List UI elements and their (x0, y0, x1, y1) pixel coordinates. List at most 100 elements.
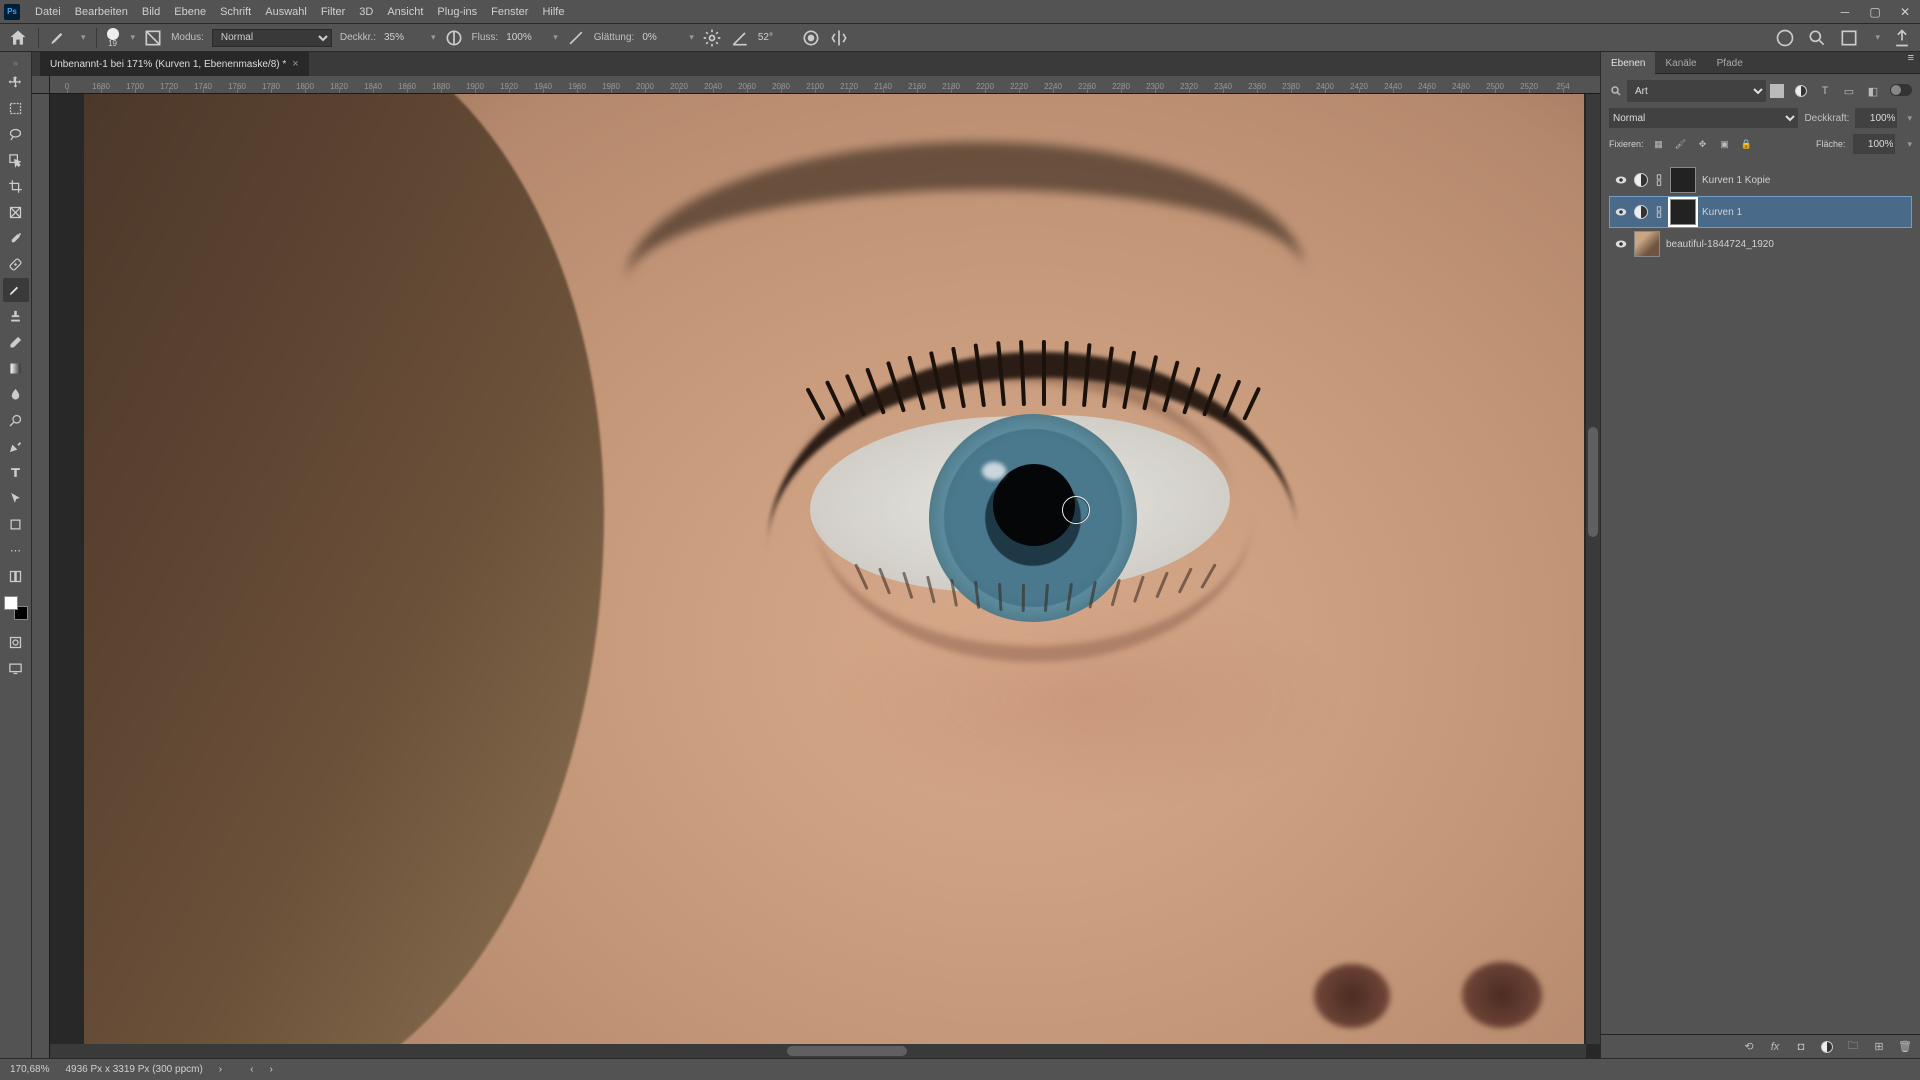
blend-mode-select[interactable]: Normal (212, 29, 332, 47)
menu-hilfe[interactable]: Hilfe (535, 0, 571, 24)
brush-preview-icon[interactable] (107, 28, 119, 40)
status-nav-left[interactable]: ‹ (250, 1064, 253, 1075)
frame-tool[interactable] (3, 200, 29, 224)
tab-layers[interactable]: Ebenen (1601, 52, 1655, 74)
delete-layer-icon[interactable]: 🗑 (1898, 1040, 1912, 1054)
menu-datei[interactable]: Datei (28, 0, 68, 24)
doc-dimensions[interactable]: 4936 Px x 3319 Px (300 ppcm) (65, 1064, 202, 1075)
minimize-button[interactable]: ─ (1830, 0, 1860, 24)
symmetry-icon[interactable] (829, 28, 849, 48)
menu-fenster[interactable]: Fenster (484, 0, 535, 24)
gradient-tool[interactable] (3, 356, 29, 380)
zoom-value[interactable]: 170,68% (10, 1064, 49, 1075)
layer-opacity-input[interactable] (1855, 108, 1897, 128)
layer-visibility-icon[interactable] (1614, 237, 1628, 251)
angle-input[interactable] (758, 32, 793, 43)
lasso-tool[interactable] (3, 122, 29, 146)
panel-menu-icon[interactable]: ≡ (1902, 52, 1920, 73)
layer-row[interactable]: Kurven 1 (1609, 196, 1912, 228)
move-tool[interactable] (3, 70, 29, 94)
share-icon[interactable] (1892, 28, 1912, 48)
lock-artboard-icon[interactable]: ▣ (1718, 137, 1732, 151)
pen-tool[interactable] (3, 434, 29, 458)
menu-ansicht[interactable]: Ansicht (380, 0, 430, 24)
link-layers-icon[interactable]: ⟲ (1742, 1040, 1756, 1054)
stamp-tool[interactable] (3, 304, 29, 328)
filter-toggle[interactable] (1890, 84, 1912, 96)
flow-input[interactable] (506, 32, 541, 43)
chevron-down-icon[interactable]: ▾ (1875, 32, 1880, 43)
menu-bearbeiten[interactable]: Bearbeiten (68, 0, 135, 24)
dodge-tool[interactable] (3, 408, 29, 432)
home-icon[interactable] (8, 28, 28, 48)
menu-filter[interactable]: Filter (314, 0, 352, 24)
layer-visibility-icon[interactable] (1614, 173, 1628, 187)
marquee-tool[interactable] (3, 96, 29, 120)
menu-auswahl[interactable]: Auswahl (258, 0, 314, 24)
new-group-icon[interactable]: 🗀 (1846, 1040, 1860, 1054)
more-tools[interactable]: ⋯ (3, 538, 29, 562)
new-layer-icon[interactable]: ⊞ (1872, 1040, 1886, 1054)
heal-tool[interactable] (3, 252, 29, 276)
vertical-scrollbar[interactable] (1586, 94, 1600, 1044)
link-mask-icon[interactable] (1654, 205, 1664, 219)
maximize-button[interactable]: ▢ (1860, 0, 1890, 24)
lock-paint-icon[interactable]: 🖌 (1674, 137, 1688, 151)
filter-pixel-icon[interactable] (1770, 84, 1784, 98)
menu-schrift[interactable]: Schrift (213, 0, 258, 24)
brush-panel-icon[interactable] (143, 28, 163, 48)
brush-tool[interactable] (3, 278, 29, 302)
filter-shape-icon[interactable]: ▭ (1842, 84, 1856, 98)
horizontal-ruler[interactable]: 0168017001720174017601780180018201840186… (50, 76, 1600, 94)
type-tool[interactable] (3, 460, 29, 484)
layer-row[interactable]: Kurven 1 Kopie (1609, 164, 1912, 196)
path-select-tool[interactable] (3, 486, 29, 510)
angle-icon[interactable] (730, 28, 750, 48)
menu-plug-ins[interactable]: Plug-ins (430, 0, 484, 24)
chevron-down-icon[interactable]: ▾ (81, 32, 86, 43)
chevron-down-icon[interactable]: ▾ (689, 32, 694, 43)
layer-visibility-icon[interactable] (1614, 205, 1628, 219)
eraser-tool[interactable] (3, 330, 29, 354)
mask-thumb[interactable] (1670, 199, 1696, 225)
chevron-down-icon[interactable]: ▾ (131, 32, 136, 43)
arrange-docs-icon[interactable] (1839, 28, 1859, 48)
close-icon[interactable]: × (292, 58, 298, 70)
smoothing-options-icon[interactable] (702, 28, 722, 48)
eyedropper-tool[interactable] (3, 226, 29, 250)
link-mask-icon[interactable] (1654, 173, 1664, 187)
pressure-size-icon[interactable] (801, 28, 821, 48)
vertical-ruler[interactable] (32, 94, 50, 1058)
selection-tool[interactable] (3, 148, 29, 172)
smoothing-input[interactable] (642, 32, 677, 43)
color-swatches[interactable] (4, 596, 28, 620)
filter-smart-icon[interactable]: ◧ (1866, 84, 1880, 98)
search-icon[interactable] (1807, 28, 1827, 48)
layer-fill-input[interactable] (1853, 134, 1895, 154)
shape-tool[interactable] (3, 512, 29, 536)
brush-tool-icon[interactable] (49, 28, 69, 48)
menu-ebene[interactable]: Ebene (167, 0, 213, 24)
canvas[interactable] (50, 94, 1586, 1044)
mask-thumb[interactable] (1670, 167, 1696, 193)
layer-filter-select[interactable]: Art (1627, 80, 1766, 102)
horizontal-scrollbar[interactable] (50, 1044, 1586, 1058)
status-chevron[interactable]: › (219, 1064, 222, 1075)
chevron-down-icon[interactable]: ▾ (553, 32, 558, 43)
airbrush-icon[interactable] (566, 28, 586, 48)
filter-adjust-icon[interactable] (1794, 84, 1808, 98)
quickmask-tool[interactable] (3, 630, 29, 654)
layer-thumb[interactable] (1634, 231, 1660, 257)
close-button[interactable]: ✕ (1890, 0, 1920, 24)
pressure-opacity-icon[interactable] (444, 28, 464, 48)
filter-type-icon[interactable]: T (1818, 84, 1832, 98)
lock-all-icon[interactable]: 🔒 (1740, 137, 1754, 151)
chevron-down-icon[interactable]: ▾ (431, 32, 436, 43)
screenmode-tool[interactable] (3, 656, 29, 680)
menu-bild[interactable]: Bild (135, 0, 167, 24)
opacity-input[interactable] (384, 32, 419, 43)
lock-position-icon[interactable]: ✥ (1696, 137, 1710, 151)
tab-channels[interactable]: Kanäle (1655, 52, 1706, 74)
cloud-docs-icon[interactable] (1775, 28, 1795, 48)
add-mask-icon[interactable]: ◘ (1794, 1040, 1808, 1054)
